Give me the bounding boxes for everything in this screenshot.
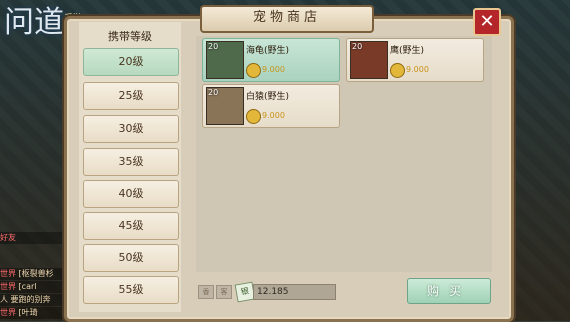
pet-price: 9.000 [406, 65, 429, 74]
dialog-title: 宠物商店 [200, 5, 374, 33]
pet-card-eagle[interactable]: 20 鹰(野生) 9.000 [346, 38, 484, 82]
level-button-30[interactable]: 30级 [83, 115, 179, 143]
level-header: 携带等级 [108, 30, 152, 43]
tab-a[interactable]: 香 [198, 285, 214, 299]
level-button-45[interactable]: 45级 [83, 212, 179, 240]
pet-price: 9.000 [262, 111, 285, 120]
eagle-portrait: 20 [350, 41, 388, 79]
chat-tag: 世界 [0, 308, 16, 317]
logo-text: 问道 [4, 5, 64, 40]
pet-name: 海龟(野生) [246, 46, 290, 56]
chat-tag: 世界 [0, 269, 16, 278]
coin-icon [390, 63, 405, 78]
chat-text: [叶琦 [18, 308, 38, 317]
pet-price: 9.000 [262, 65, 285, 74]
coin-icon [246, 63, 261, 78]
turtle-portrait: 20 [206, 41, 244, 79]
level-button-55[interactable]: 55级 [83, 276, 179, 304]
currency-value: 12.185 [253, 284, 336, 300]
chat-tag: 好友 [0, 233, 16, 242]
tab-b[interactable]: 客 [216, 285, 232, 299]
close-button[interactable]: ✕ [473, 8, 501, 36]
pet-card-white-ape[interactable]: 20 白猿(野生) 9.000 [202, 84, 340, 128]
level-column: 携带等级 20级 25级 30级 35级 40级 45级 50级 55级 [79, 22, 181, 312]
level-button-40[interactable]: 40级 [83, 180, 179, 208]
level-button-25[interactable]: 25级 [83, 82, 179, 110]
pet-name: 鹰(野生) [390, 46, 425, 56]
chat-tag: 世界 [0, 282, 16, 291]
pet-name: 白猿(野生) [246, 92, 290, 102]
white-ape-portrait: 20 [206, 87, 244, 125]
pet-card-turtle[interactable]: 20 海龟(野生) 9.000 [202, 38, 340, 82]
pet-level: 20 [208, 42, 219, 51]
chat-text: 人 要跑的别奔 [0, 295, 51, 304]
pet-grid: 20 海龟(野生) 9.000 20 鹰(野生) 9.000 20 白猿(野生)… [196, 36, 492, 272]
buy-button[interactable]: 购买 [407, 278, 491, 304]
chat-text: [carl [18, 282, 37, 291]
level-button-20[interactable]: 20级 [83, 48, 179, 76]
level-button-50[interactable]: 50级 [83, 244, 179, 272]
pet-level: 20 [208, 88, 219, 97]
coin-icon [246, 109, 261, 124]
chat-text: [枢裂兽杉 [18, 269, 54, 278]
level-button-35[interactable]: 35级 [83, 148, 179, 176]
pet-level: 20 [352, 42, 363, 51]
